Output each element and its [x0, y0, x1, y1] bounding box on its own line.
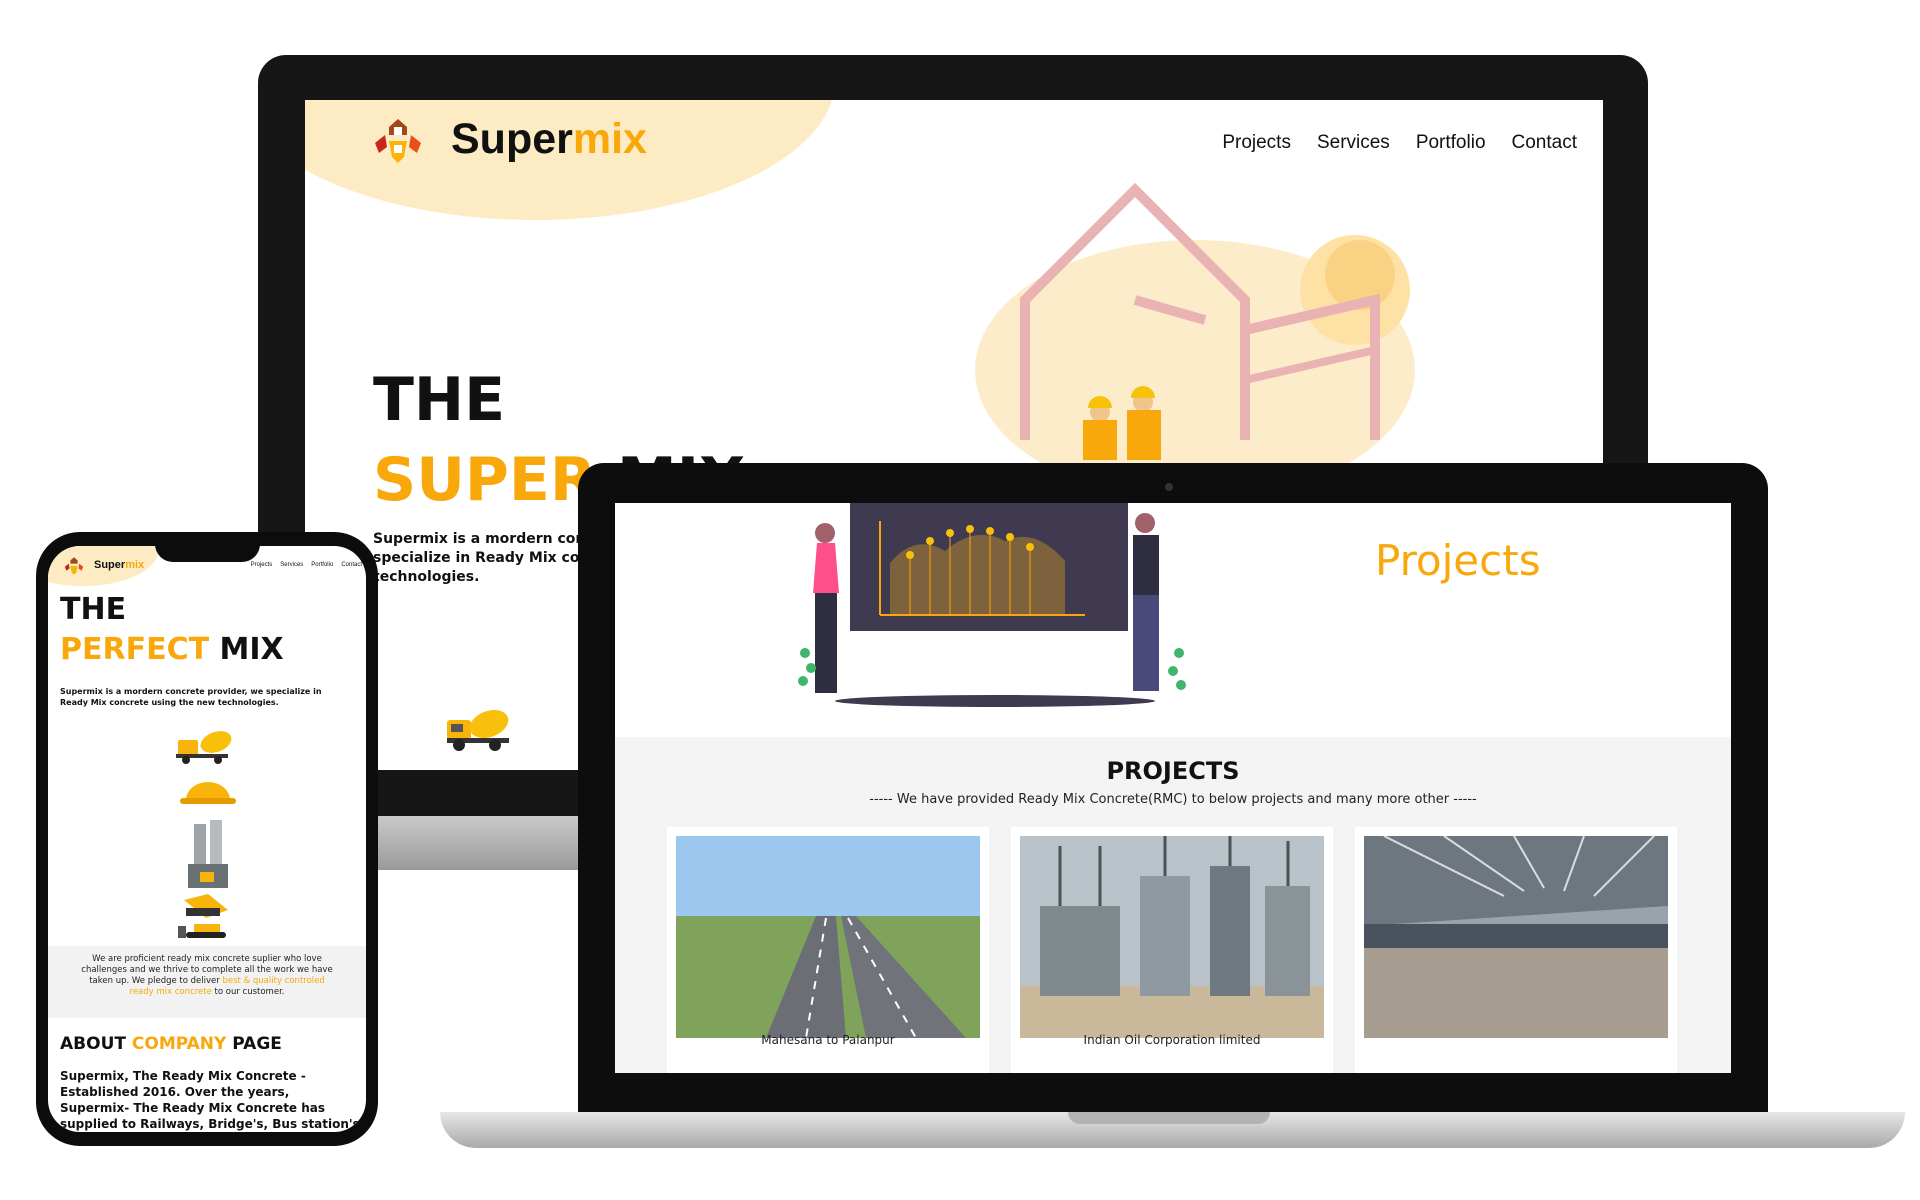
nav-services[interactable]: Services	[1317, 132, 1390, 154]
mobile-hero-line-1: THE	[60, 592, 127, 627]
laptop-screen: Projects PROJECTS ----- We have provided…	[615, 503, 1731, 1073]
intro-text-end: to our customer.	[211, 987, 285, 997]
mobile-nav: Projects Services Portfolio Contact	[251, 562, 362, 568]
about-after: PAGE	[226, 1034, 282, 1054]
hard-hat-icon	[180, 782, 236, 804]
bulldozer-icon	[178, 924, 226, 938]
hero-accent: PERFECT	[60, 632, 210, 667]
brand-main: Super	[94, 559, 126, 571]
project-caption: Mahesana to Palanpur	[761, 1033, 895, 1047]
nav-services[interactable]: Services	[280, 562, 303, 568]
nav-portfolio[interactable]: Portfolio	[311, 562, 333, 568]
monitor-stand	[375, 816, 585, 870]
warehouse-photo	[1364, 836, 1668, 1038]
desktop-nav: Projects Services Portfolio Contact	[1222, 132, 1577, 154]
mobile-intro-text: We are proficient ready mix concrete sup…	[78, 954, 336, 998]
nav-projects[interactable]: Projects	[1222, 132, 1291, 154]
brand-main: Super	[451, 115, 573, 163]
nav-projects[interactable]: Projects	[251, 562, 273, 568]
project-card-substation[interactable]: Indian Oil Corporation limited	[1011, 827, 1333, 1073]
construction-icons-stack	[176, 731, 236, 938]
projects-page-title: Projects	[1375, 536, 1541, 585]
brand-accent: mix	[125, 559, 145, 571]
phone-screen: Supermix Projects Services Portfolio Con…	[48, 546, 366, 1132]
compactor-icon	[184, 894, 228, 918]
brand-name[interactable]: Supermix	[451, 115, 647, 164]
mobile-hero-line-2: PERFECT MIX	[60, 632, 284, 667]
phone-notch	[155, 532, 260, 562]
projects-section: PROJECTS ----- We have provided Ready Mi…	[615, 737, 1731, 1073]
supermix-logo-icon	[375, 119, 421, 163]
concrete-truck-icon	[447, 709, 509, 751]
nav-contact[interactable]: Contact	[341, 562, 362, 568]
about-accent: COMPANY	[131, 1034, 227, 1054]
projects-subtitle: ----- We have provided Ready Mix Concret…	[869, 792, 1477, 807]
about-before: ABOUT	[60, 1034, 132, 1054]
concrete-truck-icon	[176, 731, 232, 764]
mobile-about-heading: ABOUT COMPANY PAGE	[60, 1034, 282, 1054]
hero-rest: MIX	[209, 632, 284, 667]
projects-heading: PROJECTS	[1106, 757, 1240, 785]
mobile-about-text: Supermix, The Ready Mix Concrete - Estab…	[60, 1069, 360, 1131]
project-card-warehouse[interactable]	[1355, 827, 1677, 1073]
substation-photo	[1020, 836, 1324, 1038]
mobile-brand-name[interactable]: Supermix	[94, 559, 144, 571]
mobile-intro-section: We are proficient ready mix concrete sup…	[48, 946, 366, 1018]
supermix-logo-icon	[64, 557, 84, 575]
nav-contact[interactable]: Contact	[1512, 132, 1577, 154]
laptop-camera	[1165, 483, 1173, 491]
mobile-hero-description: Supermix is a mordern concrete provider,…	[60, 687, 322, 707]
brand-accent: mix	[572, 115, 647, 163]
hero-line-1: THE	[373, 365, 506, 435]
house-construction-illustration	[975, 182, 1415, 480]
highway-photo	[676, 836, 980, 1038]
laptop-base-notch	[1068, 1112, 1270, 1124]
hero-accent: SUPER	[373, 445, 597, 515]
nav-portfolio[interactable]: Portfolio	[1416, 132, 1486, 154]
project-caption: Indian Oil Corporation limited	[1083, 1033, 1261, 1047]
silo-icon	[188, 820, 228, 888]
presentation-illustration	[798, 503, 1186, 707]
project-card-highway[interactable]: Mahesana to Palanpur	[667, 827, 989, 1073]
